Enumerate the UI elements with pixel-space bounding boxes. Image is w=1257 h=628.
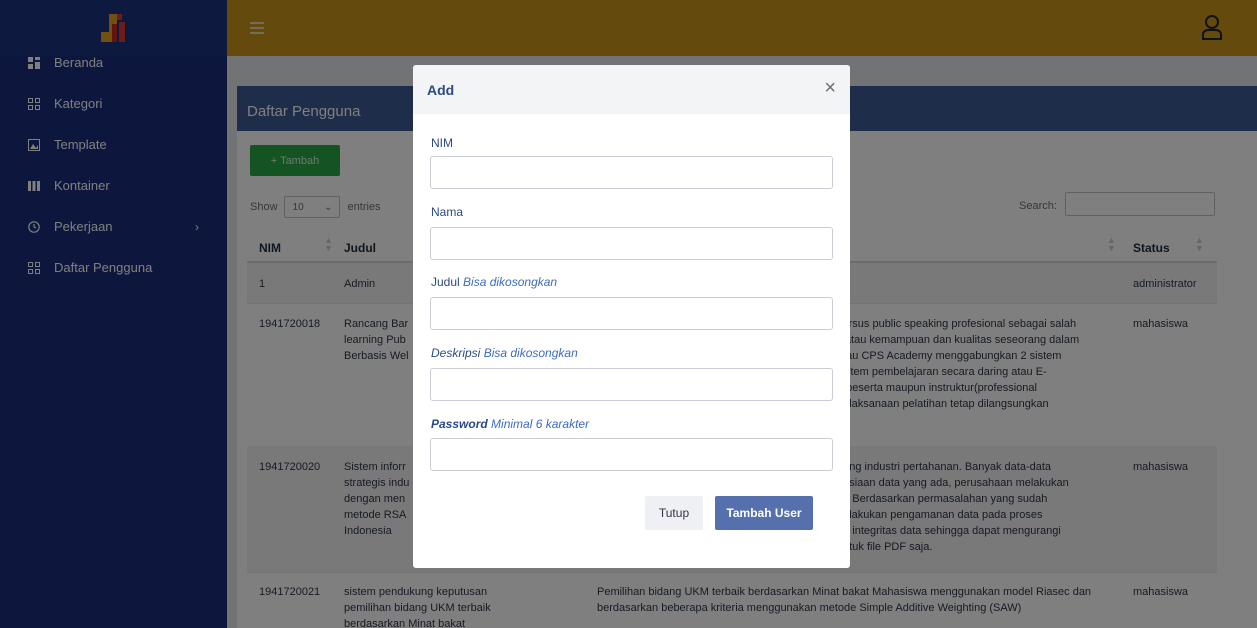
close-button[interactable]: Tutup — [645, 496, 703, 530]
judul-field[interactable] — [430, 297, 833, 330]
password-field[interactable] — [430, 438, 833, 471]
nama-field[interactable] — [430, 227, 833, 260]
add-user-modal: Add × NIM Nama Judul Bisa dikosongkan De… — [413, 65, 850, 568]
nim-label: NIM — [431, 136, 453, 150]
deskripsi-label: Deskripsi Bisa dikosongkan — [431, 346, 578, 360]
password-label: Password Minimal 6 karakter — [431, 417, 590, 431]
close-icon[interactable]: × — [824, 77, 836, 100]
modal-header: Add × — [413, 65, 850, 114]
nama-label: Nama — [431, 205, 464, 219]
deskripsi-field[interactable] — [430, 368, 833, 401]
modal-title: Add — [427, 82, 455, 98]
judul-label: Judul Bisa dikosongkan — [431, 275, 558, 289]
submit-add-user-button[interactable]: Tambah User — [715, 496, 813, 530]
nim-field[interactable] — [430, 156, 833, 189]
